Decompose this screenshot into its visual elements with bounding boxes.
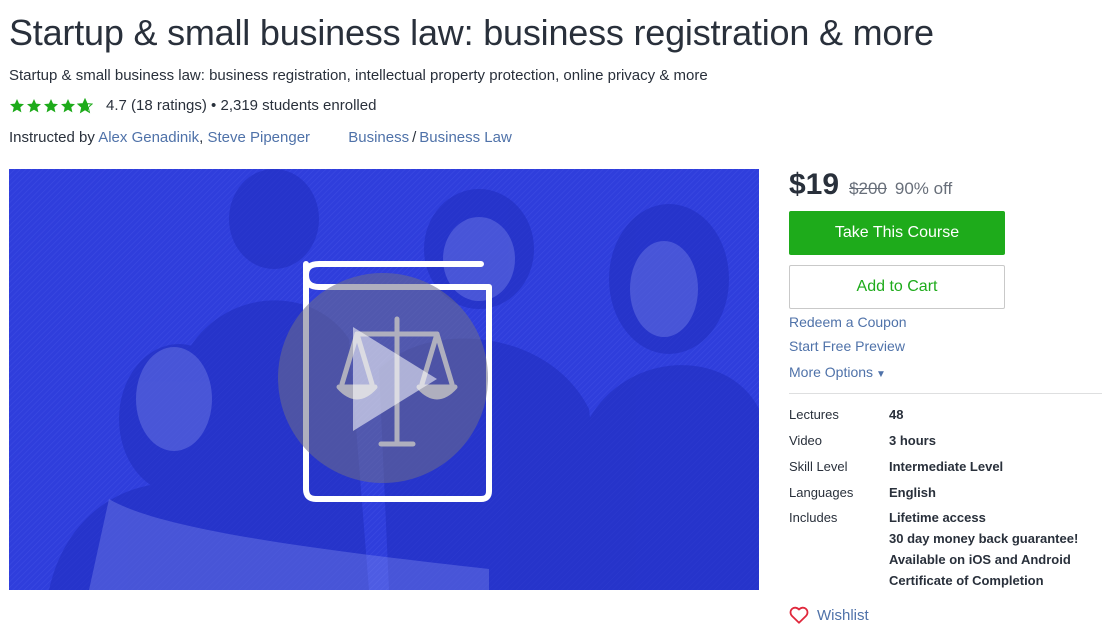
instructed-by-label: Instructed by (9, 129, 99, 146)
wishlist-label: Wishlist (817, 606, 869, 624)
play-icon (278, 273, 488, 483)
star-icon (44, 98, 58, 112)
take-course-button[interactable]: Take This Course (789, 211, 1005, 255)
includes-item: Lifetime access (889, 510, 986, 525)
wishlist-button[interactable]: Wishlist (789, 606, 869, 624)
rating-text: 4.7 (18 ratings) • 2,319 students enroll… (106, 97, 377, 114)
more-options-label: More Options (789, 364, 874, 380)
free-preview-link[interactable]: Start Free Preview (789, 338, 905, 354)
lectures-value: 48 (889, 407, 904, 422)
category-link[interactable]: Business (348, 129, 409, 146)
current-price: $19 (789, 168, 840, 201)
includes-item: Certificate of Completion (889, 573, 1044, 588)
includes-item: Available on iOS and Android (889, 552, 1071, 567)
skill-level-value: Intermediate Level (889, 459, 1004, 474)
rating-row: 4.7 (18 ratings) • 2,319 students enroll… (9, 97, 376, 114)
video-value: 3 hours (889, 433, 936, 448)
video-label: Video (789, 433, 823, 448)
star-icon (27, 98, 41, 112)
instructor-link[interactable]: Alex Genadinik (98, 129, 199, 146)
languages-value: English (889, 485, 936, 500)
languages-label: Languages (789, 485, 854, 500)
rating-stars (9, 97, 94, 114)
subcategory-link[interactable]: Business Law (419, 129, 512, 146)
lectures-label: Lectures (789, 407, 839, 422)
course-preview-video[interactable] (9, 169, 759, 590)
star-half-icon (77, 97, 93, 113)
heart-icon (789, 606, 809, 624)
course-title: Startup & small business law: business r… (9, 12, 934, 53)
instructor-separator: , (199, 129, 204, 146)
preview-image (9, 169, 759, 590)
skill-level-label: Skill Level (789, 459, 848, 474)
divider (789, 393, 1102, 394)
breadcrumb: Business / Business Law (348, 129, 512, 146)
course-subtitle: Startup & small business law: business r… (9, 67, 708, 84)
includes-label: Includes (789, 510, 838, 525)
discount-label: 90% off (894, 179, 953, 198)
instructor-row: Instructed by Alex Genadinik, Steve Pipe… (9, 129, 512, 146)
price-row: $19 $200 90% off (789, 168, 952, 202)
star-icon (61, 98, 75, 112)
includes-item: 30 day money back guarantee! (889, 531, 1079, 546)
add-to-cart-button[interactable]: Add to Cart (789, 265, 1005, 309)
original-price: $200 (849, 179, 887, 198)
breadcrumb-separator: / (412, 129, 417, 146)
redeem-coupon-link[interactable]: Redeem a Coupon (789, 314, 907, 330)
star-icon (10, 98, 24, 112)
instructor-link[interactable]: Steve Pipenger (207, 129, 310, 146)
more-options-dropdown[interactable]: More Options ▼ (789, 364, 886, 380)
caret-down-icon: ▼ (876, 369, 886, 380)
